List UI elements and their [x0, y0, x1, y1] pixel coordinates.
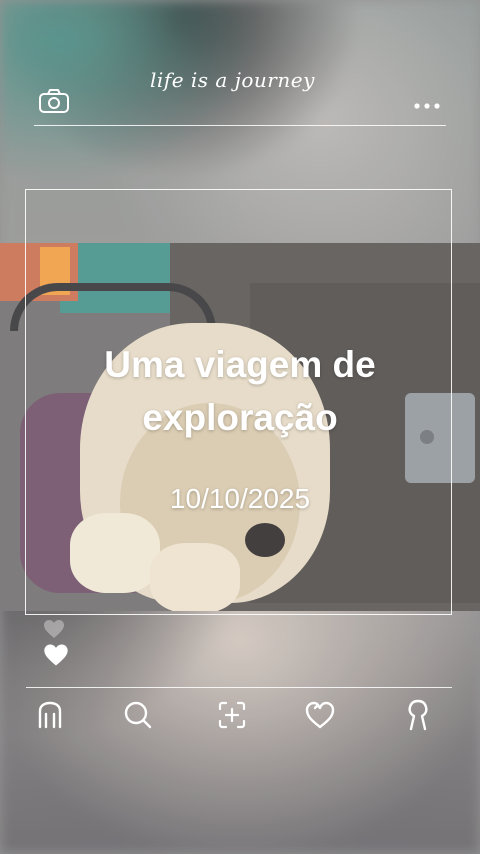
more-button[interactable]	[412, 96, 442, 109]
nav-search[interactable]	[118, 695, 158, 735]
heart-icon	[305, 701, 335, 729]
camera-icon	[39, 89, 69, 113]
search-icon	[124, 701, 152, 729]
nav-home[interactable]	[30, 695, 70, 735]
camera-button[interactable]	[38, 88, 70, 114]
heart-outline-icon	[44, 620, 64, 638]
nav-add-photo[interactable]	[212, 695, 252, 735]
more-dots-icon	[414, 103, 440, 109]
post-date: 10/10/2025	[169, 483, 311, 514]
top-bar: life is a journey	[0, 60, 480, 130]
like-button[interactable]	[42, 642, 70, 668]
add-photo-icon	[218, 701, 246, 729]
bottom-divider	[26, 687, 452, 688]
profile-icon	[408, 699, 428, 731]
nav-profile[interactable]	[398, 695, 438, 735]
top-divider	[34, 125, 446, 126]
bottom-nav	[0, 695, 480, 739]
post-title: Uma viagem de exploração	[104, 344, 376, 438]
app-title: life is a journey	[150, 68, 315, 92]
home-icon	[38, 701, 62, 729]
heart-filled-icon	[44, 644, 68, 666]
nav-favorites[interactable]	[300, 695, 340, 735]
like-count-button[interactable]	[42, 618, 66, 640]
